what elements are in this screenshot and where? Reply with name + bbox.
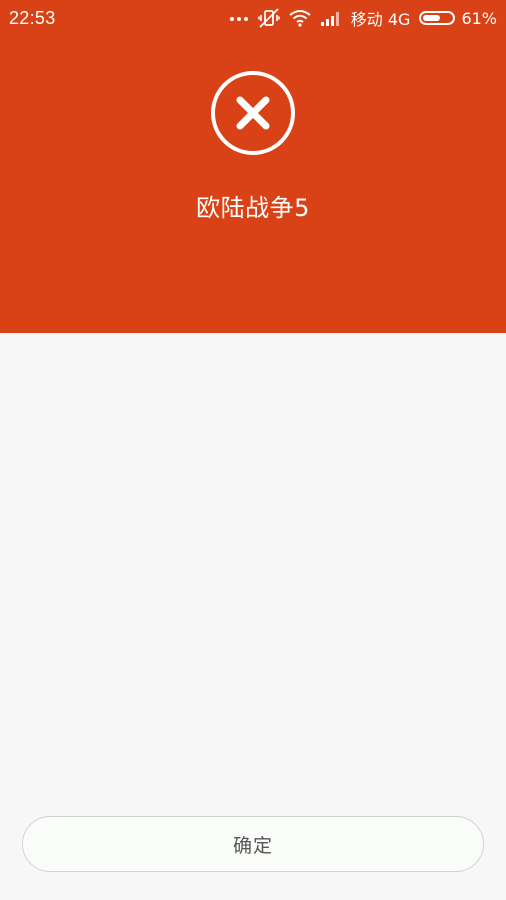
error-x-icon: [210, 70, 296, 156]
wifi-icon: [289, 9, 311, 27]
app-name: 欧陆战争5: [196, 194, 310, 222]
battery-fill: [423, 15, 441, 21]
status-icons: 移动 4G 61%: [229, 7, 497, 29]
error-header: 22:53 移动 4G 61% 欧陆战争5: [0, 0, 506, 333]
vibrate-off-icon: [257, 8, 280, 28]
battery-percent: 61%: [461, 8, 497, 28]
status-bar: 22:53 移动 4G 61%: [0, 0, 506, 36]
carrier-label: 移动 4G: [350, 10, 411, 29]
status-time: 22:53: [9, 8, 56, 28]
confirm-button[interactable]: 确定: [22, 816, 484, 872]
signal-icon: [320, 10, 342, 26]
battery-icon: [419, 11, 456, 25]
more-dots-icon: [229, 14, 249, 22]
